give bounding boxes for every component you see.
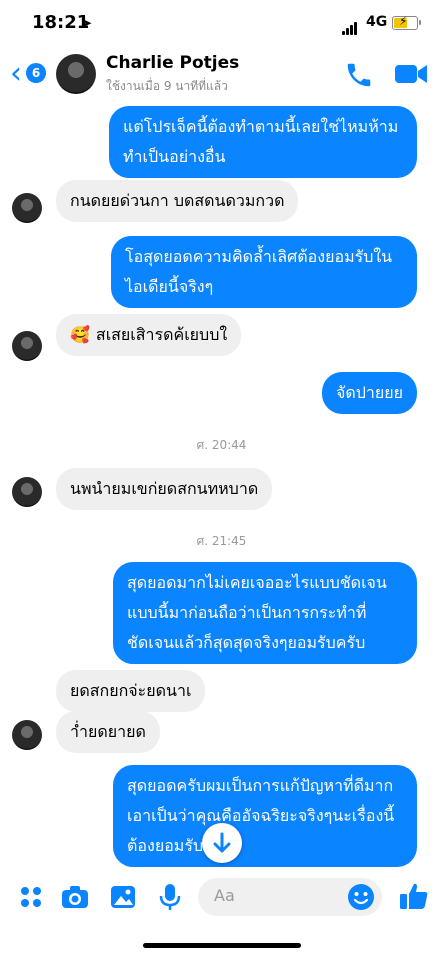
outgoing-message[interactable]: แต่โปรเจ็คนี้ต้องทำตามนี้เลยใช่ไหมห้ามทำ… bbox=[109, 106, 417, 178]
outgoing-message[interactable]: สุดยอดมากไม่เคยเจออะไรแบบชัดเจนแบบนี้มาก… bbox=[113, 562, 417, 664]
network-type: 4G bbox=[366, 14, 388, 30]
battery-charging-icon: ⚡ bbox=[392, 14, 421, 30]
contact-avatar[interactable] bbox=[56, 54, 96, 94]
timestamp: ศ. 21:45 bbox=[196, 534, 247, 548]
contact-name[interactable]: Charlie Potjes bbox=[106, 53, 239, 73]
outgoing-message[interactable]: โอสุดยอดความคิดล้ำเลิศต้องยอมรับในไอเดีย… bbox=[111, 236, 417, 308]
chat-header: ‹ 6 Charlie Potjes ใช้งานเมื่อ 9 นาทีที่… bbox=[0, 44, 443, 104]
signal-icon bbox=[342, 16, 358, 35]
home-indicator bbox=[143, 943, 301, 948]
status-bar: 18:21 ➤ 4G ⚡ bbox=[0, 0, 443, 44]
active-status: ใช้งานเมื่อ 9 นาทีที่แล้ว bbox=[106, 79, 228, 93]
scroll-to-bottom-button[interactable] bbox=[202, 823, 242, 863]
sender-avatar[interactable] bbox=[12, 477, 42, 507]
video-camera-icon[interactable] bbox=[394, 61, 428, 87]
message-input-placeholder: Aa bbox=[214, 886, 235, 905]
sender-avatar[interactable] bbox=[12, 193, 42, 223]
incoming-message[interactable]: กนดยยด่วนกา บดสดนดวมกวด bbox=[56, 180, 299, 222]
sender-avatar[interactable] bbox=[12, 720, 42, 750]
thumbs-up-icon[interactable] bbox=[398, 880, 430, 912]
outgoing-message[interactable]: จัดปายยย bbox=[321, 372, 417, 414]
emoji-icon[interactable] bbox=[346, 882, 376, 912]
incoming-message[interactable]: นพนำยมเขก่ยดสกนทหบาด bbox=[56, 468, 273, 510]
gallery-icon[interactable] bbox=[108, 882, 138, 912]
composer-bar: Aa bbox=[0, 870, 443, 922]
incoming-message[interactable]: ยดสกยกจ่ะยดนาเ bbox=[56, 670, 206, 712]
microphone-icon[interactable] bbox=[155, 882, 185, 912]
grid-icon[interactable] bbox=[16, 882, 46, 912]
message-text: สเสยเสิารดค้เยบบใ bbox=[95, 325, 228, 344]
outgoing-message[interactable]: สุดยอดครับผมเป็นการแก้ปัญหาที่ดีมากเอาเป… bbox=[113, 765, 417, 867]
message-list[interactable]: แต่โปรเจ็คนี้ต้องทำตามนี้เลยใช่ไหมห้ามทำ… bbox=[0, 104, 443, 867]
sender-avatar[interactable] bbox=[12, 331, 42, 361]
message-input[interactable]: Aa bbox=[198, 878, 382, 916]
timestamp: ศ. 20:44 bbox=[196, 438, 247, 452]
phone-icon[interactable] bbox=[344, 60, 374, 90]
location-arrow-icon: ➤ bbox=[82, 16, 93, 30]
arrow-down-icon bbox=[213, 832, 231, 853]
incoming-message[interactable]: า่ำยดยายด bbox=[56, 711, 160, 753]
back-chevron-icon[interactable]: ‹ bbox=[10, 59, 22, 89]
smiling-hearts-emoji-icon: 🥰 bbox=[70, 325, 90, 344]
camera-icon[interactable] bbox=[60, 882, 90, 912]
incoming-message[interactable]: 🥰 สเสยเสิารดค้เยบบใ bbox=[56, 314, 242, 356]
unread-badge[interactable]: 6 bbox=[26, 63, 46, 83]
status-time: 18:21 bbox=[32, 12, 90, 33]
